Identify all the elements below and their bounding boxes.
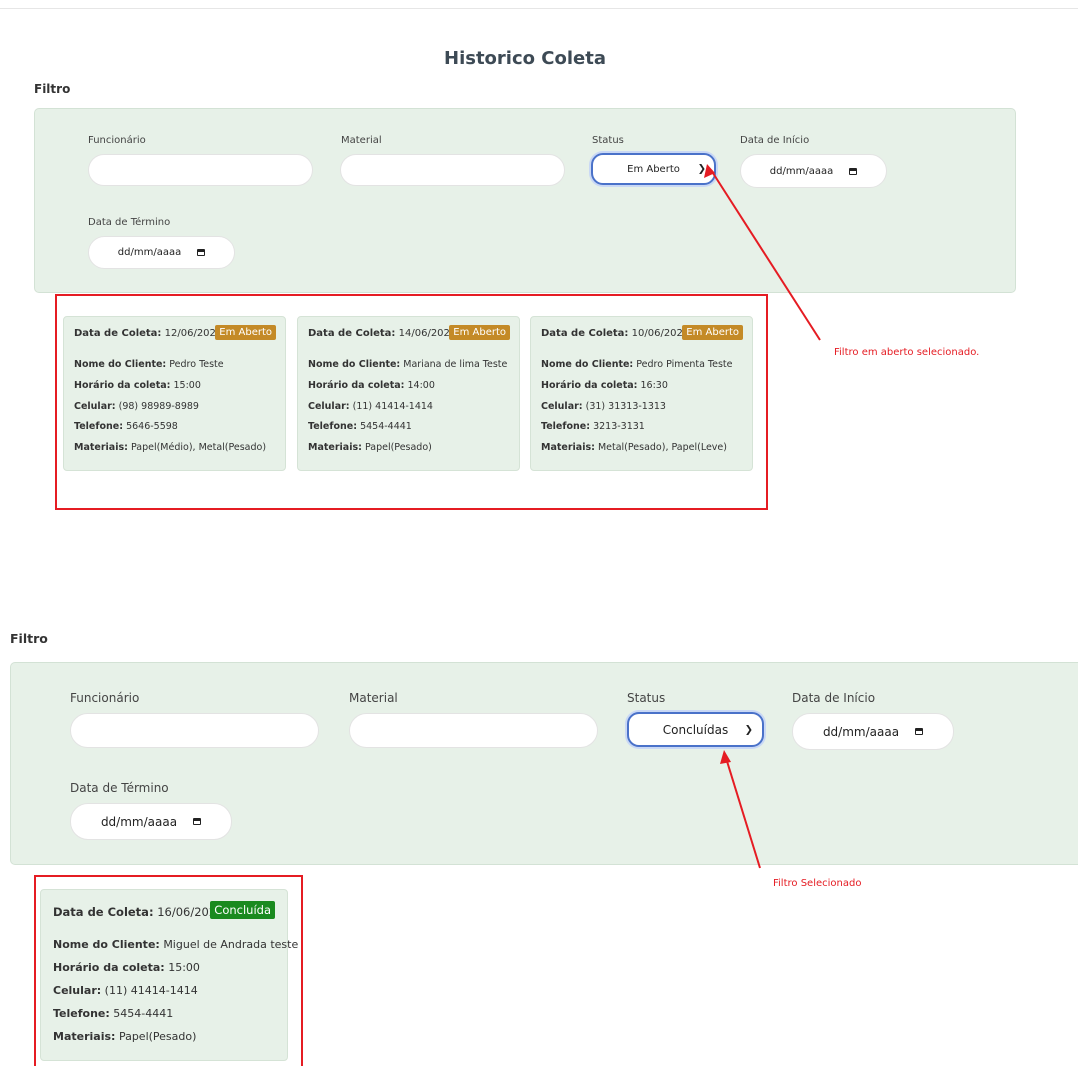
annotation-arrow-line	[710, 169, 821, 341]
annotation-arrow-line	[725, 757, 761, 869]
annotation-arrowhead	[720, 750, 731, 764]
annotation-arrows	[704, 164, 821, 869]
annotation-arrowhead	[704, 164, 715, 178]
